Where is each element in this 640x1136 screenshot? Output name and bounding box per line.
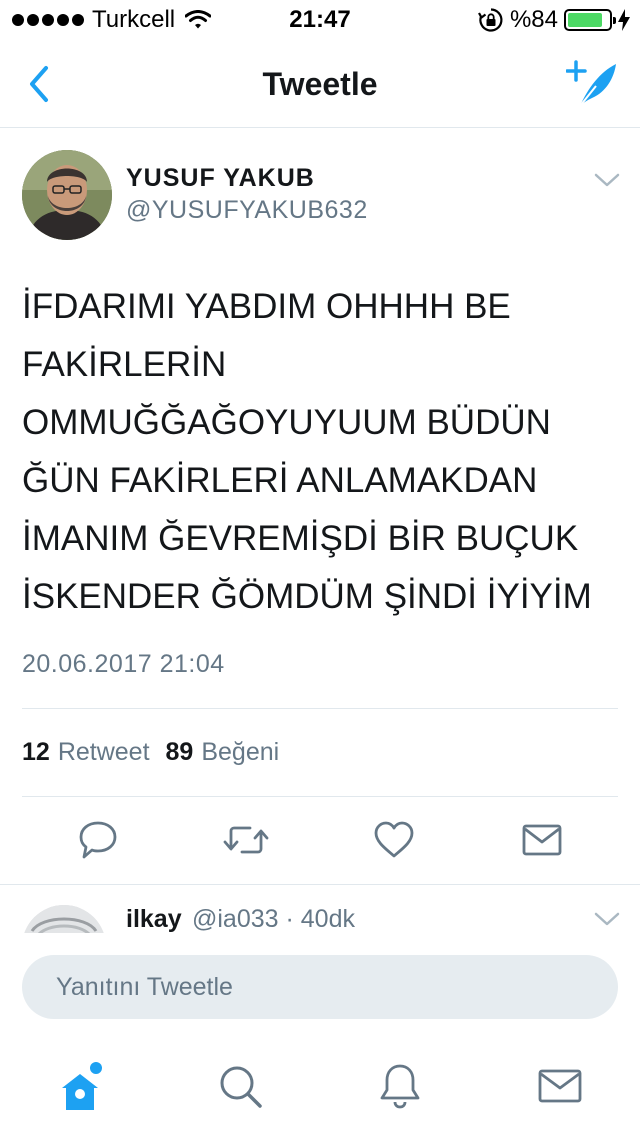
compose-tweet-button[interactable] (565, 58, 620, 112)
home-icon (62, 1062, 102, 1110)
retweet-count[interactable]: 12 (22, 738, 50, 767)
tweet-actions (0, 818, 640, 866)
tab-bar (0, 1040, 640, 1136)
reply-tweet[interactable]: ilkay @ia033 · 40dk (0, 885, 640, 933)
reply-icon (79, 821, 117, 859)
status-right: %84 (477, 6, 630, 34)
reply-author-meta: @ia033 · 40dk (192, 905, 355, 933)
like-count[interactable]: 89 (166, 738, 194, 767)
bell-icon (380, 1064, 420, 1109)
compose-feather-icon (565, 60, 616, 107)
tweet-options-button[interactable] (594, 172, 620, 188)
tweet-text: İFDARIMI YABDIM OHHHH BE FAKİRLERİN OMMU… (22, 278, 622, 626)
divider (22, 708, 618, 709)
retweet-label[interactable]: Retweet (58, 738, 150, 767)
tweet-text-line: İSKENDER ĞÖMDÜM ŞİNDİ İYİYİM (22, 577, 592, 616)
tab-home[interactable] (56, 1062, 104, 1110)
like-button[interactable] (372, 818, 416, 862)
like-label[interactable]: Beğeni (201, 738, 279, 767)
tweet-text-line: OMMUĞĞAĞOYUYUUM BÜDÜN (22, 403, 551, 442)
reply-author-name[interactable]: ilkay (126, 905, 182, 933)
heart-icon (374, 821, 414, 858)
tab-search[interactable] (216, 1062, 264, 1110)
reply-options-button[interactable] (594, 911, 620, 927)
battery-percentage: %84 (509, 6, 558, 33)
chevron-down-icon (594, 173, 620, 187)
tab-notifications[interactable] (376, 1062, 424, 1110)
author-name[interactable]: YUSUF YAKUB (126, 164, 315, 193)
tweet-text-line: İFDARIMI YABDIM OHHHH BE (22, 287, 511, 326)
reply-author-avatar[interactable] (22, 905, 106, 933)
tweet-text-line: ĞÜN FAKİRLERİ ANLAMAKDAN (22, 461, 538, 500)
search-icon (220, 1066, 262, 1108)
status-bar: Turkcell 21:47 %84 (0, 0, 640, 40)
orientation-lock-icon (477, 8, 503, 32)
author-avatar[interactable] (22, 150, 112, 240)
retweet-icon (223, 826, 269, 854)
direct-message-button[interactable] (520, 818, 564, 862)
avatar-photo (22, 905, 106, 933)
tweet-text-line: FAKİRLERİN (22, 345, 227, 384)
reply-button[interactable] (76, 818, 120, 862)
tweet-stats: 12 Retweet 89 Beğeni (22, 738, 279, 767)
navigation-bar: Tweetle (0, 40, 640, 128)
author-handle[interactable]: @YUSUFYAKUB632 (126, 196, 368, 225)
tweet-text-line: İMANIM ĞEVREMİŞDİ BİR BUÇUK (22, 519, 579, 558)
tab-messages[interactable] (536, 1062, 584, 1110)
battery-icon (564, 9, 616, 31)
retweet-button[interactable] (222, 818, 269, 862)
charging-bolt-icon (618, 9, 630, 31)
reply-input[interactable]: Yanıtını Tweetle (22, 955, 618, 1019)
page-title: Tweetle (262, 66, 378, 102)
envelope-icon (538, 1069, 582, 1103)
chevron-down-icon (594, 912, 620, 926)
tweet-timestamp: 20.06.2017 21:04 (22, 650, 225, 678)
battery-fill (568, 13, 602, 27)
divider (22, 796, 618, 797)
avatar-photo (22, 150, 112, 240)
envelope-icon (522, 824, 562, 856)
